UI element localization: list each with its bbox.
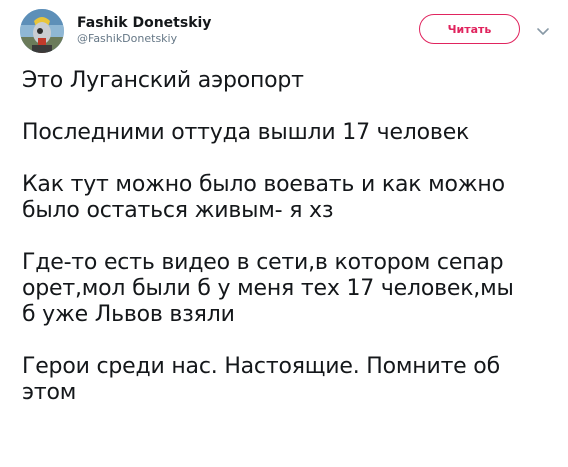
user-handle[interactable]: @FashikDonetskiy (77, 32, 177, 46)
tweet-paragraph: Как тут можно было воевать и как можно б… (22, 172, 505, 223)
tweet-paragraph: Это Луганский аэропорт (22, 68, 304, 93)
tweet-paragraph: Последними оттуда вышли 17 человек (22, 120, 470, 145)
tweet-text: Это Луганский аэропорт Последними оттуда… (22, 68, 542, 432)
follow-button[interactable]: Читать (419, 14, 520, 44)
avatar[interactable] (20, 9, 64, 53)
tweet-card: Fashik Donetskiy @FashikDonetskiy Читать… (0, 0, 568, 467)
avatar-image (20, 9, 64, 53)
chevron-down-icon[interactable] (536, 22, 550, 35)
tweet-paragraph: Где-то есть видео в сети,в котором сепар… (22, 250, 514, 327)
display-name[interactable]: Fashik Donetskiy (77, 14, 211, 32)
tweet-paragraph: Герои среди нас. Настоящие. Помните об э… (22, 354, 500, 405)
